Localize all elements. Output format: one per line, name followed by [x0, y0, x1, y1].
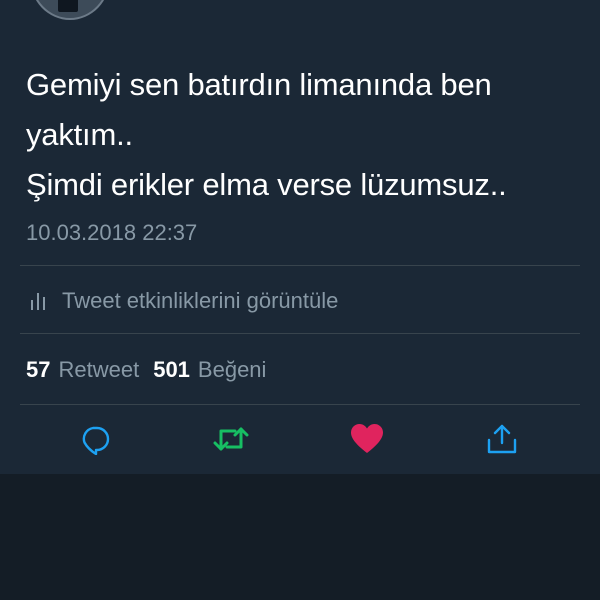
empty-background-area — [0, 474, 600, 600]
tweet-text-line: Şimdi erikler elma verse lüzumsuz.. — [26, 167, 507, 202]
divider — [20, 265, 580, 266]
tweet-stats: 57 Retweet 501 Beğeni — [26, 354, 280, 386]
tweet-text: Gemiyi sen batırdın limanında ben yaktım… — [26, 60, 566, 210]
bar-chart-icon — [31, 293, 45, 310]
analytics-label: Tweet etkinliklerini görüntüle — [62, 288, 339, 313]
tweet-text-line: Gemiyi sen batırdın limanında ben — [26, 67, 492, 102]
share-icon — [487, 424, 517, 454]
divider — [20, 404, 580, 405]
retweet-label[interactable]: Retweet — [58, 357, 139, 383]
reply-button[interactable] — [75, 419, 115, 459]
share-button[interactable] — [482, 419, 522, 459]
divider — [20, 333, 580, 334]
retweet-count[interactable]: 57 — [26, 357, 50, 383]
reply-icon — [82, 426, 110, 455]
avatar[interactable] — [30, 0, 110, 20]
like-button[interactable] — [347, 419, 387, 459]
retweet-icon — [213, 427, 249, 451]
view-analytics-link[interactable]: Tweet etkinliklerini görüntüle — [30, 285, 338, 317]
heart-icon — [351, 424, 383, 453]
tweet-card: Gemiyi sen batırdın limanında ben yaktım… — [0, 0, 600, 474]
avatar-figure — [58, 0, 78, 12]
retweet-button[interactable] — [211, 419, 251, 459]
like-count[interactable]: 501 — [153, 357, 190, 383]
tweet-text-line: yaktım.. — [26, 117, 133, 152]
like-label[interactable]: Beğeni — [198, 357, 267, 383]
tweet-timestamp: 10.03.2018 22:37 — [26, 220, 198, 245]
